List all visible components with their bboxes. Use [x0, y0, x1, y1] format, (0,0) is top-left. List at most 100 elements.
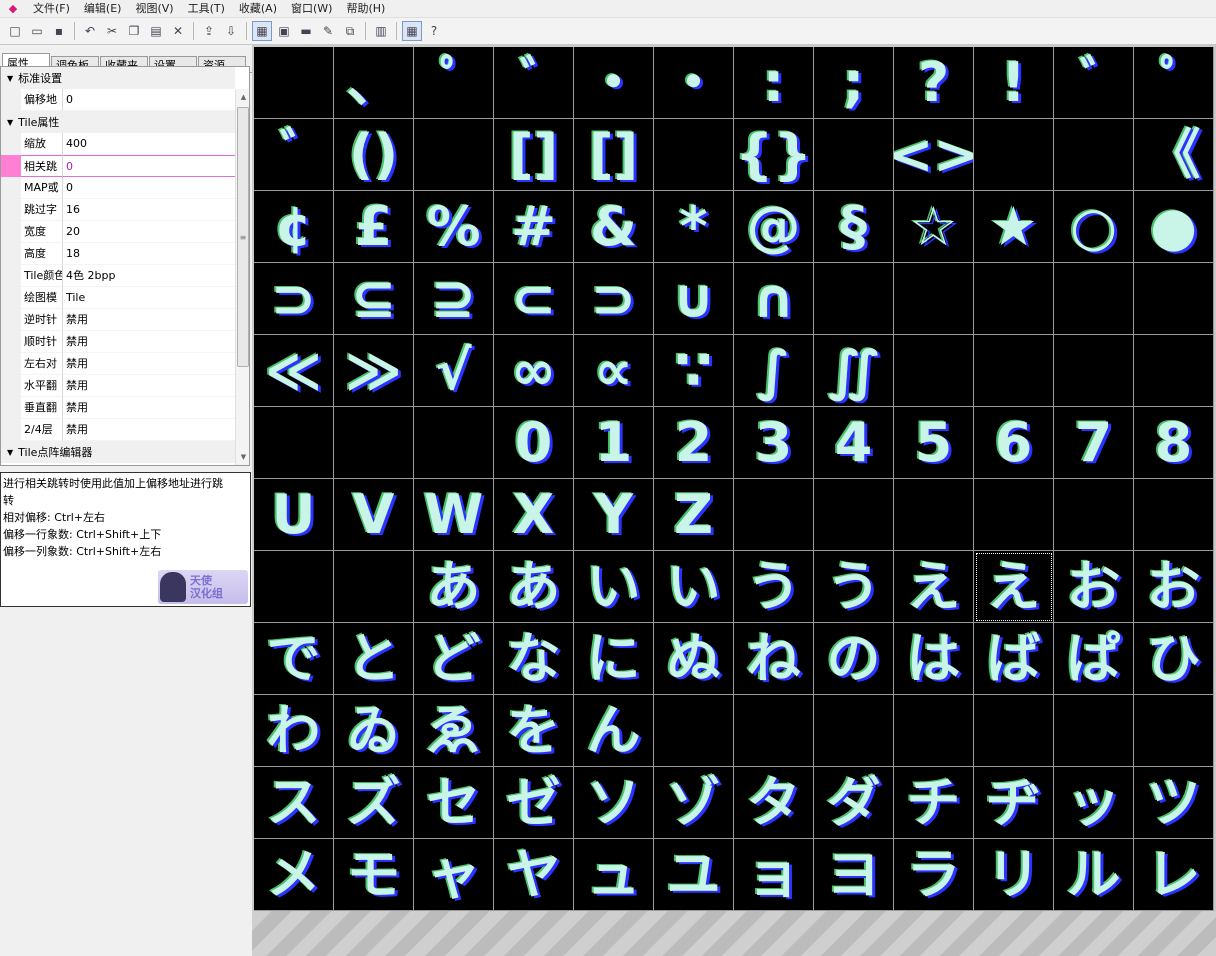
new-file-icon[interactable]: □: [5, 21, 25, 41]
tile-cell[interactable]: []: [574, 119, 654, 191]
tile-cell[interactable]: ¢: [254, 191, 334, 263]
tile-cell[interactable]: #: [494, 191, 574, 263]
tile-cell[interactable]: ッ: [1054, 767, 1134, 839]
tile-cell[interactable]: [734, 695, 814, 767]
tile-cell[interactable]: Y: [574, 479, 654, 551]
tile-cell[interactable]: ≫: [334, 335, 414, 407]
tile-cell[interactable]: 2: [654, 407, 734, 479]
tile-canvas[interactable]: 、ﾟﾞ・・:;?!ﾞﾟﾞ()[][]{}<>《¢£%#&*@§☆★○●⊃⊆⊇⊂⊃…: [252, 45, 1216, 956]
tile-cell[interactable]: *: [654, 191, 734, 263]
property-scrollbar[interactable]: ▲ ≡ ▼: [235, 89, 249, 465]
prop-value[interactable]: 禁用: [62, 353, 235, 375]
tile-cell[interactable]: Z: [654, 479, 734, 551]
tile-cell[interactable]: ∵: [654, 335, 734, 407]
menu-tools[interactable]: 工具(T): [181, 0, 232, 18]
tile-cell[interactable]: ど: [414, 623, 494, 695]
tile-cell[interactable]: ん: [574, 695, 654, 767]
tile-cell[interactable]: ⊆: [334, 263, 414, 335]
tile-cell[interactable]: 5: [894, 407, 974, 479]
menu-favorites[interactable]: 收藏(A): [232, 0, 284, 18]
prop-row-map[interactable]: MAP或 0: [1, 177, 235, 199]
tile-cell[interactable]: [334, 551, 414, 623]
tile-cell[interactable]: ぬ: [654, 623, 734, 695]
tile-cell[interactable]: !: [974, 47, 1054, 119]
tile-cell[interactable]: ズ: [334, 767, 414, 839]
tile-cell[interactable]: [1134, 335, 1214, 407]
tile-cell[interactable]: 0: [494, 407, 574, 479]
tile-cell[interactable]: 《: [1134, 119, 1214, 191]
tile-cell[interactable]: [1054, 479, 1134, 551]
prop-row-height[interactable]: 高度 18: [1, 243, 235, 265]
prop-value[interactable]: 禁用: [62, 309, 235, 331]
prop-row-hflip[interactable]: 水平翻 禁用: [1, 375, 235, 397]
save-icon[interactable]: ▪: [49, 21, 69, 41]
tile-cell[interactable]: [974, 335, 1054, 407]
tile-cell[interactable]: ﾞ: [494, 47, 574, 119]
tile-cell[interactable]: ∩: [734, 263, 814, 335]
tile-cell[interactable]: ●: [1134, 191, 1214, 263]
tile-cell[interactable]: [1054, 695, 1134, 767]
tile-cell[interactable]: [334, 407, 414, 479]
tile-cell[interactable]: @: [734, 191, 814, 263]
tile-cell[interactable]: [814, 263, 894, 335]
tile-cell[interactable]: ゑ: [414, 695, 494, 767]
tile-cell[interactable]: ﾟ: [414, 47, 494, 119]
tile-cell[interactable]: リ: [974, 839, 1054, 911]
collapse-triangle-icon[interactable]: ▼: [7, 448, 13, 457]
tile-cell[interactable]: ⊃: [574, 263, 654, 335]
prop-row-tile-color[interactable]: Tile颜色 4色 2bpp: [1, 265, 235, 287]
import-icon[interactable]: ⇪: [199, 21, 219, 41]
tile-cell[interactable]: ョ: [734, 839, 814, 911]
tile-cell[interactable]: ∞: [494, 335, 574, 407]
tile-cell[interactable]: ∪: [654, 263, 734, 335]
tile-cell[interactable]: V: [334, 479, 414, 551]
tile-cell[interactable]: ル: [1054, 839, 1134, 911]
tile-cell[interactable]: ぱ: [1054, 623, 1134, 695]
tile-cell[interactable]: お: [1134, 551, 1214, 623]
tile-cell[interactable]: [1134, 479, 1214, 551]
prop-row-skip[interactable]: 跳过字 16: [1, 199, 235, 221]
tile-cell[interactable]: は: [894, 623, 974, 695]
tile-cell[interactable]: X: [494, 479, 574, 551]
tile-cell[interactable]: [894, 479, 974, 551]
tile-cell[interactable]: [414, 119, 494, 191]
menu-view[interactable]: 视图(V): [128, 0, 180, 18]
tile-cell[interactable]: ツ: [1134, 767, 1214, 839]
tile-cell[interactable]: ・: [574, 47, 654, 119]
prop-row-layer[interactable]: 2/4层 禁用: [1, 419, 235, 441]
tile-cell[interactable]: ★: [974, 191, 1054, 263]
tile-cell[interactable]: &: [574, 191, 654, 263]
tile-cell[interactable]: [414, 407, 494, 479]
tile-cell[interactable]: う: [814, 551, 894, 623]
tile-cell[interactable]: ゐ: [334, 695, 414, 767]
menu-edit[interactable]: 编辑(E): [77, 0, 129, 18]
prop-value[interactable]: 禁用: [62, 375, 235, 397]
tile-view-icon[interactable]: ▦: [252, 21, 272, 41]
collapse-triangle-icon[interactable]: ▼: [7, 74, 13, 83]
tile-cell[interactable]: い: [574, 551, 654, 623]
prop-row-width[interactable]: 宽度 20: [1, 221, 235, 243]
tile-cell[interactable]: ゾ: [654, 767, 734, 839]
grid-toggle-icon[interactable]: ▦: [402, 21, 422, 41]
tile-cell[interactable]: :: [734, 47, 814, 119]
scroll-down-icon[interactable]: ▼: [236, 449, 249, 465]
section-standard[interactable]: ▼ 标准设置: [1, 67, 235, 89]
collapse-triangle-icon[interactable]: ▼: [7, 118, 13, 127]
tile-cell[interactable]: [814, 695, 894, 767]
tile-cell[interactable]: [254, 47, 334, 119]
tile-cell[interactable]: [1054, 119, 1134, 191]
tile-cell[interactable]: ⊇: [414, 263, 494, 335]
prop-row-cw[interactable]: 顺时针 禁用: [1, 331, 235, 353]
tile-cell[interactable]: ∫: [734, 335, 814, 407]
prop-value[interactable]: 0: [62, 155, 235, 177]
section-tile-editor[interactable]: ▼ Tile点阵编辑器: [1, 441, 235, 463]
scroll-up-icon[interactable]: ▲: [236, 89, 249, 105]
hex-view-icon[interactable]: ▣: [274, 21, 294, 41]
help-icon[interactable]: ?: [424, 21, 444, 41]
cut-icon[interactable]: ✂: [102, 21, 122, 41]
tile-cell[interactable]: {}: [734, 119, 814, 191]
prop-value[interactable]: 18: [62, 243, 235, 265]
tile-cell[interactable]: ュ: [574, 839, 654, 911]
tile-cell[interactable]: ね: [734, 623, 814, 695]
tile-cell[interactable]: に: [574, 623, 654, 695]
